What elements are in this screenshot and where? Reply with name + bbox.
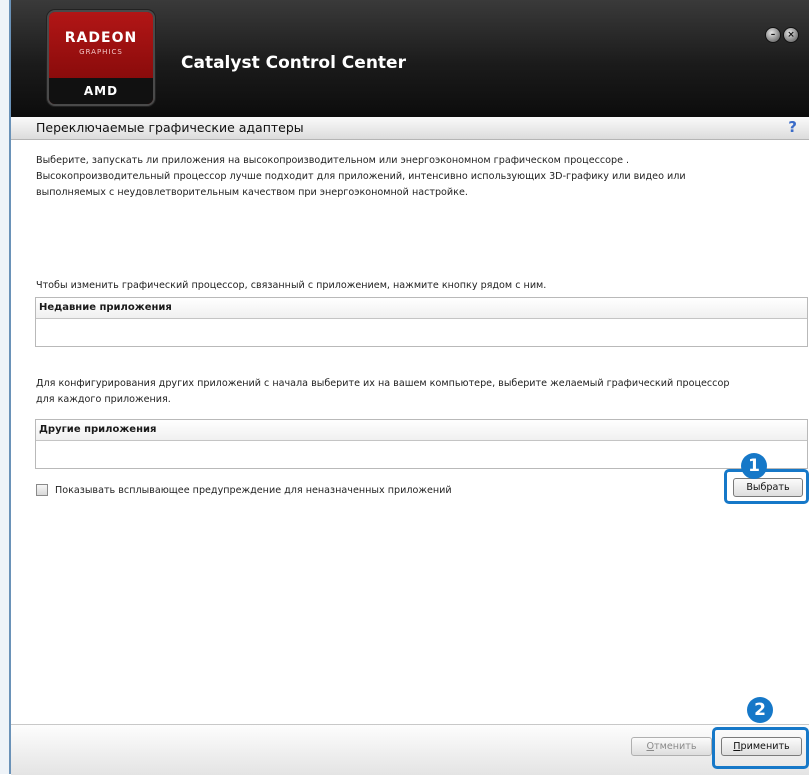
- logo-graphics-text: GRAPHICS: [79, 48, 123, 56]
- background-window-edge: [0, 0, 11, 774]
- highlight-box-1: [724, 469, 809, 504]
- page-title: Переключаемые графические адаптеры: [36, 120, 304, 135]
- app-title: Catalyst Control Center: [181, 53, 406, 73]
- other-apps-body[interactable]: [36, 441, 807, 468]
- catalyst-window: RADEON GRAPHICS AMD Catalyst Control Cen…: [11, 0, 809, 775]
- logo-amd-text: AMD: [49, 78, 153, 104]
- logo-radeon-text: RADEON: [64, 30, 138, 46]
- minimize-icon[interactable]: –: [765, 27, 781, 43]
- description-line: Выберите, запускать ли приложения на выс…: [36, 155, 630, 166]
- highlight-box-2: [712, 727, 809, 769]
- close-icon[interactable]: ×: [783, 27, 799, 43]
- section-header: Переключаемые графические адаптеры ?: [11, 117, 809, 140]
- cancel-accelerator: О: [646, 741, 655, 752]
- radeon-logo: RADEON GRAPHICS AMD: [49, 12, 153, 104]
- recent-apps-header: Недавние приложения: [36, 298, 807, 319]
- annotation-badge-1: 1: [741, 453, 767, 479]
- recent-apps-list[interactable]: Недавние приложения: [35, 297, 808, 347]
- warning-checkbox[interactable]: [36, 484, 48, 496]
- other-instruction-line: Для конфигурирования других приложений с…: [36, 378, 730, 389]
- description-line: Высокопроизводительный процессор лучше п…: [36, 171, 686, 182]
- other-apps-list[interactable]: Другие приложения: [35, 419, 808, 469]
- description-line: выполняемых с неудовлетворительным качес…: [36, 187, 468, 198]
- annotation-badge-2: 2: [747, 697, 773, 723]
- other-instruction-line: для каждого приложения.: [36, 394, 171, 405]
- recent-instruction: Чтобы изменить графический процессор, св…: [36, 280, 547, 291]
- recent-apps-body[interactable]: [36, 319, 807, 346]
- cancel-label: тменить: [654, 741, 697, 752]
- other-apps-header: Другие приложения: [36, 420, 807, 441]
- warning-checkbox-row[interactable]: Показывать всплывающее предупреждение дл…: [36, 484, 452, 496]
- warning-checkbox-label: Показывать всплывающее предупреждение дл…: [55, 484, 452, 496]
- help-icon[interactable]: ?: [788, 118, 797, 136]
- title-bar: RADEON GRAPHICS AMD Catalyst Control Cen…: [11, 0, 809, 117]
- cancel-button[interactable]: Отменить: [631, 737, 712, 756]
